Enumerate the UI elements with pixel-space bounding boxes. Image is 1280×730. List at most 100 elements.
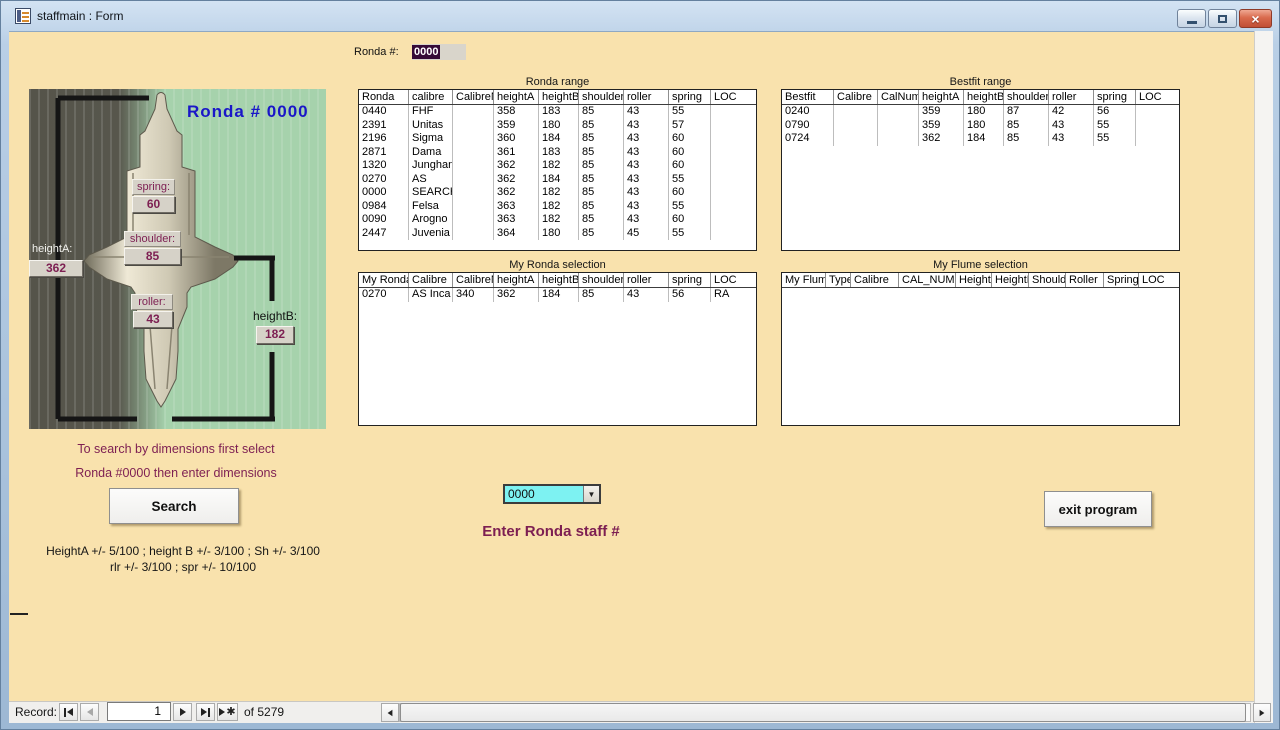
table-cell[interactable]: 85 bbox=[1004, 119, 1049, 133]
column-header[interactable]: CalibreN bbox=[453, 90, 494, 104]
table-cell[interactable]: 180 bbox=[539, 119, 579, 133]
column-header[interactable]: My Ronda bbox=[359, 273, 409, 287]
table-cell[interactable]: 0000 bbox=[359, 186, 409, 200]
table-cell[interactable]: 60 bbox=[669, 146, 711, 160]
table-cell[interactable]: 361 bbox=[494, 146, 539, 160]
table-cell[interactable] bbox=[453, 159, 494, 173]
table-cell[interactable] bbox=[453, 227, 494, 241]
table-row[interactable]: 1320Junghan362182854360 bbox=[359, 159, 756, 173]
table-cell[interactable]: 362 bbox=[494, 186, 539, 200]
table-cell[interactable]: 2447 bbox=[359, 227, 409, 241]
table-cell[interactable] bbox=[878, 119, 919, 133]
table-cell[interactable]: 60 bbox=[669, 132, 711, 146]
table-cell[interactable]: 85 bbox=[579, 227, 624, 241]
next-record-button[interactable] bbox=[173, 703, 192, 721]
column-header[interactable]: spring bbox=[669, 90, 711, 104]
table-cell[interactable]: 85 bbox=[579, 173, 624, 187]
column-header[interactable]: HeightB bbox=[992, 273, 1029, 287]
table-cell[interactable]: 362 bbox=[494, 159, 539, 173]
table-cell[interactable]: 0790 bbox=[782, 119, 834, 133]
table-cell[interactable]: 45 bbox=[624, 227, 669, 241]
table-cell[interactable]: 85 bbox=[579, 159, 624, 173]
column-header[interactable]: Shoulder bbox=[1029, 273, 1066, 287]
chevron-down-icon[interactable]: ▼ bbox=[583, 486, 599, 502]
column-header[interactable]: Calibre bbox=[834, 90, 878, 104]
table-cell[interactable] bbox=[878, 105, 919, 119]
table-cell[interactable] bbox=[453, 173, 494, 187]
table-cell[interactable]: 0240 bbox=[782, 105, 834, 119]
table-cell[interactable] bbox=[711, 105, 757, 119]
minimize-button[interactable] bbox=[1177, 9, 1206, 28]
table-cell[interactable]: SEARCH bbox=[409, 186, 453, 200]
table-cell[interactable]: 60 bbox=[669, 186, 711, 200]
table-cell[interactable] bbox=[453, 119, 494, 133]
table-cell[interactable] bbox=[834, 105, 878, 119]
column-header[interactable]: Type bbox=[826, 273, 851, 287]
column-header[interactable]: heightA bbox=[919, 90, 964, 104]
column-header[interactable]: Calibre bbox=[851, 273, 899, 287]
table-cell[interactable]: 55 bbox=[1094, 132, 1136, 146]
horizontal-scrollbar-thumb[interactable] bbox=[400, 703, 1246, 722]
table-cell[interactable] bbox=[453, 186, 494, 200]
table-row[interactable]: 0270AS362184854355 bbox=[359, 173, 756, 187]
table-cell[interactable]: 360 bbox=[494, 132, 539, 146]
table-cell[interactable]: 2871 bbox=[359, 146, 409, 160]
table-cell[interactable]: 180 bbox=[964, 119, 1004, 133]
column-header[interactable]: Roller bbox=[1066, 273, 1104, 287]
table-cell[interactable] bbox=[1136, 105, 1180, 119]
table-cell[interactable]: Arogno bbox=[409, 213, 453, 227]
table-cell[interactable]: 87 bbox=[1004, 105, 1049, 119]
shoulder-value-box[interactable]: 85 bbox=[124, 248, 181, 265]
table-row[interactable]: 0724362184854355 bbox=[782, 132, 1179, 146]
table-cell[interactable] bbox=[711, 119, 757, 133]
table-cell[interactable]: 183 bbox=[539, 146, 579, 160]
table-cell[interactable]: 55 bbox=[1094, 119, 1136, 133]
table-cell[interactable]: 182 bbox=[539, 159, 579, 173]
column-header[interactable]: heightA bbox=[494, 273, 539, 287]
table-cell[interactable]: 363 bbox=[494, 200, 539, 214]
close-button[interactable]: × bbox=[1239, 9, 1272, 28]
table-cell[interactable]: 364 bbox=[494, 227, 539, 241]
column-header[interactable]: shoulder bbox=[1004, 90, 1049, 104]
table-cell[interactable]: 60 bbox=[669, 213, 711, 227]
table-cell[interactable] bbox=[834, 119, 878, 133]
table-cell[interactable] bbox=[1136, 119, 1180, 133]
table-row[interactable]: 0270AS Inca340362184854356RA bbox=[359, 288, 756, 302]
column-header[interactable]: Bestfit bbox=[782, 90, 834, 104]
table-cell[interactable]: 2391 bbox=[359, 119, 409, 133]
column-header[interactable]: roller bbox=[624, 273, 669, 287]
table-cell[interactable]: 85 bbox=[579, 119, 624, 133]
table-cell[interactable]: 43 bbox=[624, 105, 669, 119]
table-cell[interactable]: 0440 bbox=[359, 105, 409, 119]
column-header[interactable]: heightB bbox=[539, 273, 579, 287]
table-cell[interactable]: 55 bbox=[669, 105, 711, 119]
table-cell[interactable]: 43 bbox=[624, 146, 669, 160]
column-header[interactable]: heightB bbox=[964, 90, 1004, 104]
roller-value-box[interactable]: 43 bbox=[133, 311, 173, 328]
column-header[interactable]: HeightA bbox=[956, 273, 992, 287]
table-cell[interactable] bbox=[453, 132, 494, 146]
table-cell[interactable]: 0270 bbox=[359, 173, 409, 187]
column-header[interactable]: CalibreN bbox=[453, 273, 494, 287]
table-cell[interactable]: 43 bbox=[624, 288, 669, 302]
table-cell[interactable]: 182 bbox=[539, 186, 579, 200]
table-cell[interactable] bbox=[711, 213, 757, 227]
ronda-staff-combobox[interactable]: 0000 ▼ bbox=[503, 484, 601, 504]
table-cell[interactable]: 359 bbox=[494, 119, 539, 133]
spring-value-box[interactable]: 60 bbox=[132, 196, 175, 213]
table-cell[interactable]: Junghan bbox=[409, 159, 453, 173]
table-cell[interactable] bbox=[878, 132, 919, 146]
table-cell[interactable]: 85 bbox=[1004, 132, 1049, 146]
column-header[interactable]: shoulder bbox=[579, 273, 624, 287]
table-cell[interactable]: 55 bbox=[669, 200, 711, 214]
table-cell[interactable]: Juvenia bbox=[409, 227, 453, 241]
table-row[interactable]: 2391Unitas359180854357 bbox=[359, 119, 756, 133]
column-header[interactable]: Ronda bbox=[359, 90, 409, 104]
column-header[interactable]: Calibre bbox=[409, 273, 453, 287]
table-cell[interactable] bbox=[711, 159, 757, 173]
table-cell[interactable]: 43 bbox=[624, 132, 669, 146]
table-row[interactable]: 2447Juvenia364180854555 bbox=[359, 227, 756, 241]
table-cell[interactable]: 363 bbox=[494, 213, 539, 227]
table-cell[interactable]: AS Inca bbox=[409, 288, 453, 302]
table-row[interactable]: 0984Felsa363182854355 bbox=[359, 200, 756, 214]
